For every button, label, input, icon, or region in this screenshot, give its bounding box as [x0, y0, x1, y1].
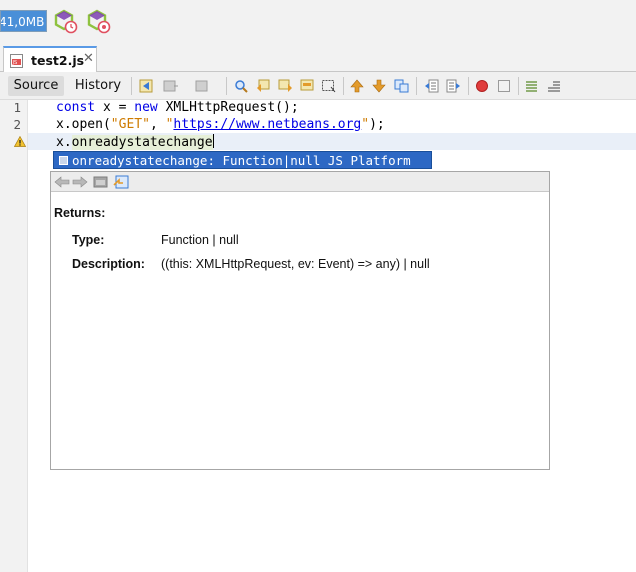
doc-forward-icon[interactable] [72, 175, 88, 189]
next-bookmark-icon[interactable] [372, 79, 387, 93]
code-line-1[interactable]: const x = new XMLHttpRequest(); [56, 100, 299, 115]
toggle-rect-selection-icon[interactable] [321, 79, 336, 93]
code-text: XMLHttpRequest(); [157, 100, 299, 115]
find-icon[interactable] [234, 79, 249, 93]
shift-left-icon[interactable] [424, 79, 439, 93]
find-next-icon[interactable] [278, 79, 293, 93]
shift-right-icon[interactable] [446, 79, 461, 93]
editor-toolbar: Source History [0, 72, 636, 100]
doc-open-browser-icon[interactable] [93, 175, 109, 189]
last-edit-icon[interactable] [139, 79, 154, 93]
history-view-button[interactable]: History [72, 76, 124, 96]
back-icon[interactable] [163, 79, 178, 93]
toggle-bookmark-icon[interactable] [394, 79, 409, 93]
js-file-icon: JS [10, 54, 23, 68]
url-link[interactable]: https://www.netbeans.org [173, 117, 361, 132]
memory-label: 41,0MB [0, 15, 45, 29]
code-line-3[interactable]: x.onreadystatechange [56, 134, 214, 150]
main-toolbar: 41,0MB [0, 0, 636, 44]
find-previous-icon[interactable] [256, 79, 271, 93]
documentation-toolbar [51, 172, 549, 192]
toolbar-separator [226, 77, 227, 95]
toggle-comment-icon[interactable] [525, 79, 540, 93]
keyword-const: const [56, 100, 96, 115]
returns-heading: Returns: [54, 206, 106, 220]
editor-tab-bar: JS test2.js ✕ [0, 44, 636, 73]
start-macro-recording-icon[interactable] [475, 79, 490, 93]
toolbar-separator [343, 77, 344, 95]
type-label: Type: [72, 233, 105, 247]
profile-ide-icon[interactable] [53, 9, 79, 35]
keyword-new: new [134, 100, 158, 115]
ide-window: 41,0MB JS test2.js ✕ Source History 1 2 … [0, 0, 636, 572]
line-number-gutter: 1 2 [0, 100, 28, 572]
code-line-2[interactable]: x.open("GET", "https://www.netbeans.org"… [56, 117, 385, 132]
toolbar-separator [131, 77, 132, 95]
documentation-popup: Returns: Type: Function | null Descripti… [50, 171, 550, 470]
tab-close-icon[interactable]: ✕ [83, 51, 94, 66]
line-number: 2 [13, 117, 21, 132]
profile-snapshot-icon[interactable] [86, 9, 112, 35]
line-number: 1 [13, 100, 21, 115]
string-quote: " [361, 117, 370, 132]
property-icon [59, 156, 68, 165]
code-text: x.open( [56, 117, 111, 132]
warning-icon[interactable] [14, 136, 26, 147]
code-text: ); [369, 117, 385, 132]
text-cursor [212, 134, 214, 148]
description-label: Description: [72, 257, 145, 271]
completion-item-selected[interactable]: onreadystatechange: Function|null JS Pla… [53, 151, 432, 169]
description-value: ((this: XMLHttpRequest, ev: Event) => an… [161, 257, 430, 271]
doc-goto-source-icon[interactable] [113, 175, 129, 189]
code-text: x. [56, 135, 72, 150]
toolbar-separator [468, 77, 469, 95]
code-text: , [149, 117, 166, 132]
doc-back-icon[interactable] [54, 175, 70, 189]
forward-icon[interactable] [195, 79, 210, 93]
code-text: x = [95, 100, 135, 115]
memory-indicator[interactable]: 41,0MB [0, 10, 47, 32]
toolbar-separator [416, 77, 417, 95]
toolbar-separator [518, 77, 519, 95]
toggle-highlight-icon[interactable] [300, 79, 315, 93]
stop-macro-recording-icon[interactable] [497, 79, 512, 93]
svg-text:JS: JS [12, 60, 18, 66]
uncomment-icon[interactable] [547, 79, 562, 93]
tab-test2-js[interactable]: JS test2.js ✕ [3, 46, 97, 73]
type-value: Function | null [161, 233, 239, 247]
tab-filename: test2.js [31, 53, 85, 68]
source-view-button[interactable]: Source [8, 76, 64, 96]
previous-bookmark-icon[interactable] [350, 79, 365, 93]
completion-item-text: onreadystatechange: Function|null JS Pla… [72, 153, 411, 168]
member-name: onreadystatechange [71, 135, 213, 150]
string-literal: "GET" [110, 117, 150, 132]
